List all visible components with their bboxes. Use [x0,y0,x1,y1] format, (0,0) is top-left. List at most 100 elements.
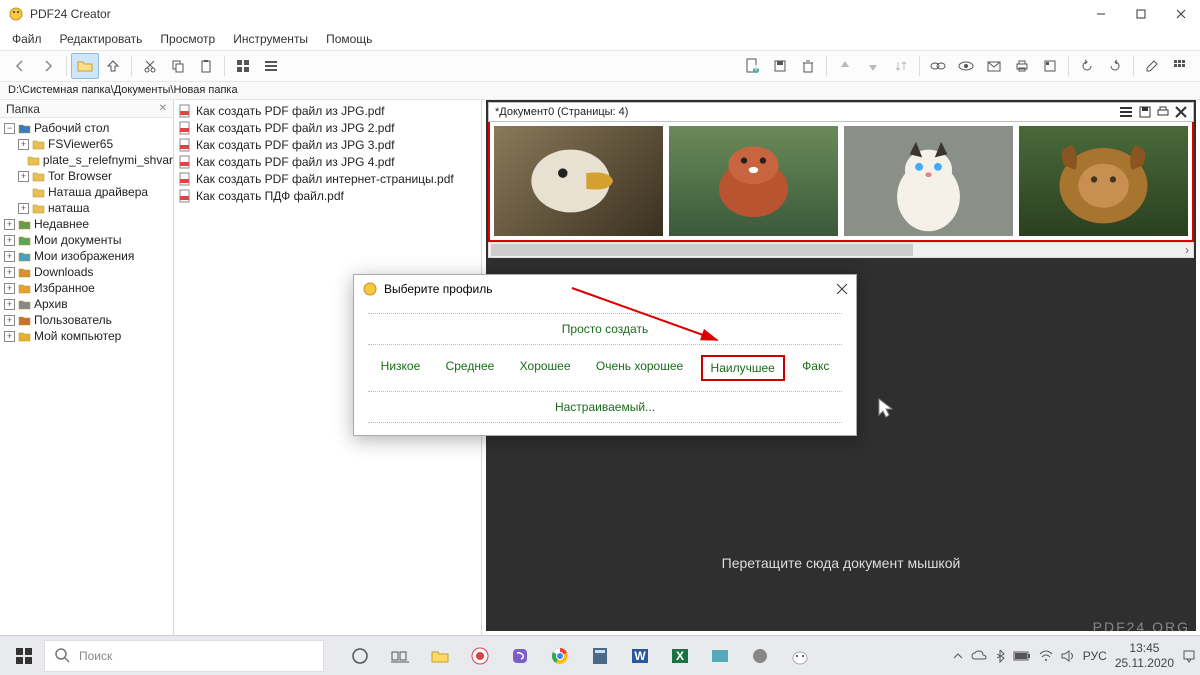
taskbar-word[interactable]: W [622,640,658,672]
tree-expander[interactable]: + [4,299,15,310]
tray-chevron-icon[interactable] [953,652,963,660]
tree-expander[interactable]: + [18,203,29,214]
doc-close-icon[interactable] [1175,106,1187,118]
tray-cloud-icon[interactable] [971,650,987,662]
grid-icon[interactable] [1166,53,1194,79]
move-down-button[interactable] [859,53,887,79]
close-button[interactable] [1170,3,1192,25]
rotate-left-button[interactable] [1073,53,1101,79]
back-button[interactable] [6,53,34,79]
tree-expander[interactable]: + [4,267,15,278]
dialog-close-button[interactable] [836,283,848,295]
folder-pane-close[interactable]: ✕ [159,103,167,114]
tree-expander[interactable]: − [4,123,15,134]
taskbar-cortana[interactable] [342,640,378,672]
quality-option-0[interactable]: Низкое [373,355,429,381]
tree-expander[interactable]: + [4,331,15,342]
tree-expander[interactable]: + [4,283,15,294]
tree-item[interactable]: +Избранное [0,280,173,296]
page-thumb-1[interactable] [494,126,663,236]
file-item[interactable]: Как создать PDF файл из JPG 4.pdf [178,153,477,170]
save-button[interactable] [766,53,794,79]
taskbar-chrome[interactable] [542,640,578,672]
page-thumb-4[interactable] [1019,126,1188,236]
grid-view-button[interactable] [229,53,257,79]
taskbar-pdf24[interactable] [782,640,818,672]
preview-button[interactable] [952,53,980,79]
rotate-right-button[interactable] [1101,53,1129,79]
tree-item[interactable]: +Tor Browser [0,168,173,184]
file-item[interactable]: Как создать PDF файл интернет-страницы.p… [178,170,477,187]
page-thumb-3[interactable] [844,126,1013,236]
file-item[interactable]: Как создать PDF файл из JPG 3.pdf [178,136,477,153]
list-view-button[interactable] [257,53,285,79]
taskbar-viber[interactable] [502,640,538,672]
tray-battery-icon[interactable] [1013,651,1031,661]
fax-button[interactable] [1036,53,1064,79]
quality-option-4[interactable]: Наилучшее [701,355,785,381]
cut-button[interactable] [136,53,164,79]
tray-language[interactable]: РУС [1083,649,1107,663]
delete-button[interactable] [794,53,822,79]
tree-item[interactable]: −Рабочий стол [0,120,173,136]
taskbar-explorer[interactable] [422,640,458,672]
tree-item[interactable]: plate_s_relefnymi_shvar [0,152,173,168]
tree-item[interactable]: +наташа [0,200,173,216]
link-button[interactable] [924,53,952,79]
page-thumbnails[interactable] [488,122,1194,242]
tree-expander[interactable]: + [4,219,15,230]
tree-item[interactable]: +Мой компьютер [0,328,173,344]
taskbar-app-2[interactable] [702,640,738,672]
print-button[interactable] [1008,53,1036,79]
tree-expander[interactable]: + [4,251,15,262]
tree-item[interactable]: +Мои документы [0,232,173,248]
tree-item[interactable]: +Мои изображения [0,248,173,264]
taskbar-app-3[interactable] [742,640,778,672]
tree-item[interactable]: +Недавнее [0,216,173,232]
tray-clock[interactable]: 13:45 25.11.2020 [1115,641,1174,670]
tools-button[interactable] [1138,53,1166,79]
thumbnails-scrollbar[interactable]: › [488,242,1194,258]
quality-option-5[interactable]: Факс [794,355,837,381]
tray-notifications-icon[interactable] [1182,649,1196,663]
folder-tree[interactable]: −Рабочий стол+FSViewer65plate_s_relefnym… [0,118,173,635]
file-item[interactable]: Как создать PDF файл из JPG 2.pdf [178,119,477,136]
tray-wifi-icon[interactable] [1039,650,1053,662]
forward-button[interactable] [34,53,62,79]
tree-item[interactable]: +FSViewer65 [0,136,173,152]
tree-expander[interactable]: + [4,235,15,246]
dialog-simple-create[interactable]: Просто создать [558,320,652,338]
tree-item[interactable]: +Downloads [0,264,173,280]
menu-tools[interactable]: Инструменты [233,32,308,46]
move-up-button[interactable] [831,53,859,79]
start-button[interactable] [4,640,44,672]
menu-view[interactable]: Просмотр [160,32,215,46]
quality-option-3[interactable]: Очень хорошее [588,355,691,381]
tree-item[interactable]: Наташа драйвера [0,184,173,200]
doc-save-icon[interactable] [1139,106,1151,118]
taskbar-taskview[interactable] [382,640,418,672]
tree-expander[interactable]: + [18,171,29,182]
tray-bluetooth-icon[interactable] [995,649,1005,663]
doc-print-icon[interactable] [1157,106,1169,118]
tree-expander[interactable]: + [4,315,15,326]
file-item[interactable]: Как создать ПДФ файл.pdf [178,187,477,204]
tree-item[interactable]: +Пользователь [0,312,173,328]
minimize-button[interactable] [1090,3,1112,25]
page-thumb-2[interactable] [669,126,838,236]
menu-edit[interactable]: Редактировать [60,32,143,46]
doc-menu-icon[interactable] [1119,106,1133,118]
dialog-custom[interactable]: Настраиваемый... [551,398,659,416]
quality-option-2[interactable]: Хорошее [512,355,579,381]
folder-button[interactable] [71,53,99,79]
maximize-button[interactable] [1130,3,1152,25]
menu-file[interactable]: Файл [12,32,42,46]
taskbar-search[interactable]: Поиск [44,640,324,672]
file-item[interactable]: Как создать PDF файл из JPG.pdf [178,102,477,119]
quality-option-1[interactable]: Среднее [438,355,503,381]
taskbar-app-1[interactable] [462,640,498,672]
taskbar-calculator[interactable] [582,640,618,672]
sort-button[interactable] [887,53,915,79]
tree-item[interactable]: +Архив [0,296,173,312]
taskbar-excel[interactable]: X [662,640,698,672]
